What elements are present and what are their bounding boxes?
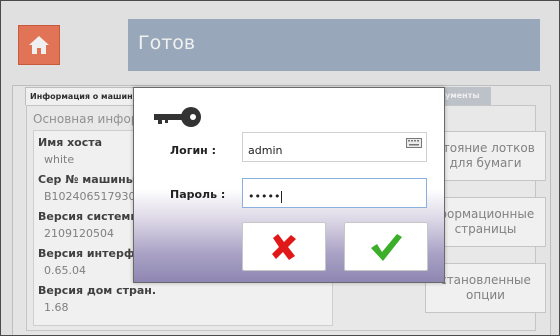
key-icon — [154, 107, 201, 127]
password-label: Пароль : — [170, 188, 226, 201]
red-x-icon — [272, 233, 296, 260]
app-window: Готов Информация о машин ументы Основная… — [0, 0, 560, 336]
ok-button[interactable] — [344, 222, 428, 271]
login-input[interactable]: admin — [242, 132, 427, 162]
login-label: Логин : — [170, 144, 216, 157]
password-input[interactable]: ••••• — [242, 178, 427, 208]
cancel-button[interactable] — [242, 222, 326, 271]
login-value: admin — [248, 144, 283, 157]
text-cursor — [281, 191, 283, 203]
login-dialog: Логин : admin Пароль : ••••• — [133, 87, 445, 283]
password-mask: ••••• — [248, 190, 281, 203]
keyboard-icon[interactable] — [406, 138, 422, 148]
green-check-icon — [371, 233, 402, 261]
